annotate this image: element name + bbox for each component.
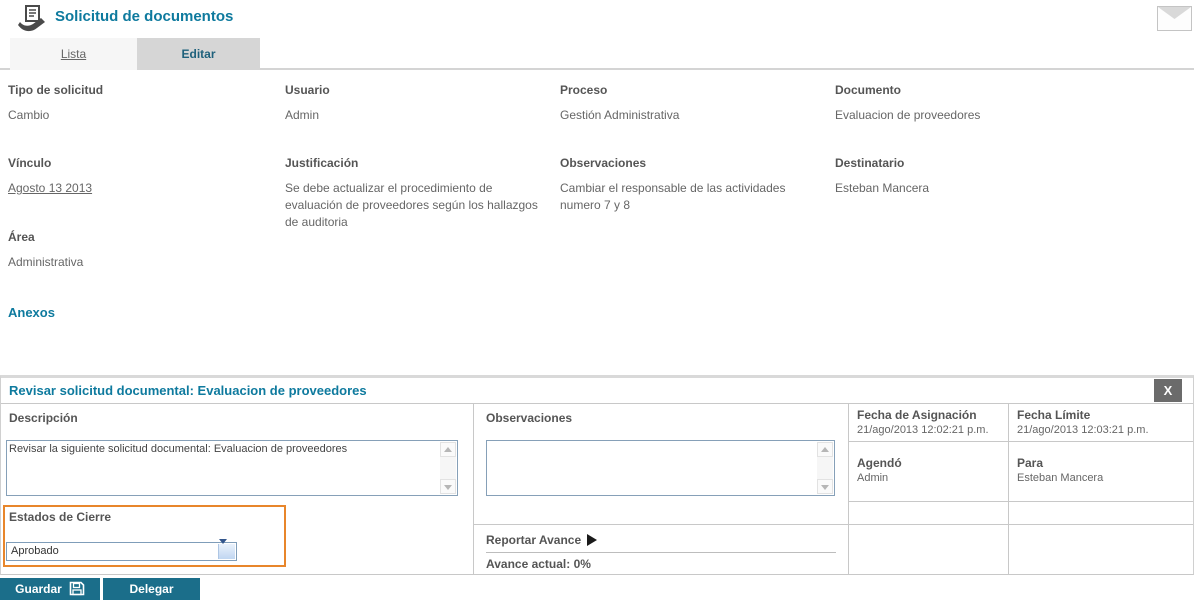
delegar-button[interactable]: Delegar [103,578,200,600]
selected-option: Aprobado [11,545,59,557]
task-panel-title: Revisar solicitud documental: Evaluacion… [9,378,367,404]
estados-cierre-cell: Estados de Cierre Aprobado [1,502,474,574]
field-value: Administrativa [8,254,268,271]
reportar-avance-label: Reportar Avance [486,533,581,547]
observaciones-cell: Observaciones [474,404,849,502]
envelope-icon[interactable] [1157,6,1192,36]
fecha-asignacion-label: Fecha de Asignación [857,408,1000,422]
tab-editar[interactable]: Editar [137,38,260,70]
field-label: Justificación [285,156,551,170]
tab-lista[interactable]: Lista [10,38,137,70]
guardar-button[interactable]: Guardar [0,578,100,600]
field-area: Área Administrativa [8,230,268,271]
field-justificacion: Justificación Se debe actualizar el proc… [285,156,551,231]
fecha-limite-label: Fecha Límite [1017,408,1185,422]
scrollbar[interactable] [817,442,833,494]
scroll-down-icon[interactable] [440,479,456,494]
field-documento: Documento Evaluacion de proveedores [835,83,1135,124]
spacer-cell [1009,502,1193,525]
agendo-cell: Agendó Admin [849,442,1009,502]
scroll-down-icon[interactable] [817,479,833,494]
field-label: Área [8,230,268,244]
avance-actual-text: Avance actual: 0% [486,557,591,571]
field-label: Destinatario [835,156,1135,170]
observaciones-textarea[interactable] [486,440,835,496]
field-value: Gestión Administrativa [560,107,820,124]
task-panel-header: Revisar solicitud documental: Evaluacion… [1,378,1193,404]
spacer-cell [1009,525,1193,574]
field-value: Cambiar el responsable de las actividade… [560,180,826,214]
chevron-down-icon[interactable] [218,544,235,559]
save-icon [62,582,85,596]
field-observaciones: Observaciones Cambiar el responsable de … [560,156,826,214]
field-value: Evaluacion de proveedores [835,107,1135,124]
agendo-label: Agendó [857,456,1000,470]
descripcion-text: Revisar la siguiente solicitud documenta… [9,442,438,456]
field-label: Documento [835,83,1135,97]
field-label: Usuario [285,83,545,97]
tab-lista-label: Lista [61,47,86,61]
field-destinatario: Destinatario Esteban Mancera [835,156,1135,197]
vinculo-link[interactable]: Agosto 13 2013 [8,180,268,197]
delegar-label: Delegar [129,582,173,596]
agendo-value: Admin [857,472,1000,484]
close-button[interactable]: X [1154,379,1182,402]
field-label: Observaciones [560,156,826,170]
fecha-asignacion-cell: Fecha de Asignación 21/ago/2013 12:02:21… [849,404,1009,442]
field-value: Admin [285,107,545,124]
field-vinculo: Vínculo Agosto 13 2013 [8,156,268,197]
fecha-limite-cell: Fecha Límite 21/ago/2013 12:03:21 p.m. [1009,404,1193,442]
field-value: Se debe actualizar el procedimiento de e… [285,180,551,231]
page-title: Solicitud de documentos [55,8,233,25]
field-label: Vínculo [8,156,268,170]
scroll-up-icon[interactable] [440,442,456,457]
scrollbar[interactable] [440,442,456,494]
fecha-asignacion-value: 21/ago/2013 12:02:21 p.m. [857,424,1000,436]
scroll-up-icon[interactable] [817,442,833,457]
field-label: Proceso [560,83,820,97]
reportar-avance-cell: Reportar Avance Avance actual: 0% [474,525,849,574]
guardar-label: Guardar [15,582,62,596]
estados-cierre-select[interactable]: Aprobado [6,542,237,561]
observaciones-label: Observaciones [486,411,572,425]
field-tipo-solicitud: Tipo de solicitud Cambio [8,83,268,124]
field-label: Tipo de solicitud [8,83,268,97]
task-panel: Revisar solicitud documental: Evaluacion… [0,375,1194,575]
tab-editar-label: Editar [181,47,215,61]
field-proceso: Proceso Gestión Administrativa [560,83,820,124]
field-usuario: Usuario Admin [285,83,545,124]
task-panel-body: Descripción Revisar la siguiente solicit… [1,404,1193,574]
field-value: Cambio [8,107,268,124]
document-request-icon [16,4,48,39]
spacer-cell [474,502,849,525]
para-label: Para [1017,456,1185,470]
descripcion-label: Descripción [9,411,78,425]
spacer-cell [849,525,1009,574]
fecha-limite-value: 21/ago/2013 12:03:21 p.m. [1017,424,1185,436]
para-value: Esteban Mancera [1017,472,1185,484]
tab-bar: Lista Editar [0,38,1194,70]
descripcion-cell: Descripción Revisar la siguiente solicit… [1,404,474,502]
divider [486,552,836,553]
spacer-cell [849,502,1009,525]
anexos-heading: Anexos [8,305,55,320]
reportar-avance-icon[interactable] [587,534,597,546]
para-cell: Para Esteban Mancera [1009,442,1193,502]
field-value: Esteban Mancera [835,180,1135,197]
descripcion-textarea[interactable]: Revisar la siguiente solicitud documenta… [6,440,458,496]
page: Solicitud de documentos Lista Editar Tip… [0,0,1194,602]
estados-cierre-label: Estados de Cierre [9,510,111,524]
